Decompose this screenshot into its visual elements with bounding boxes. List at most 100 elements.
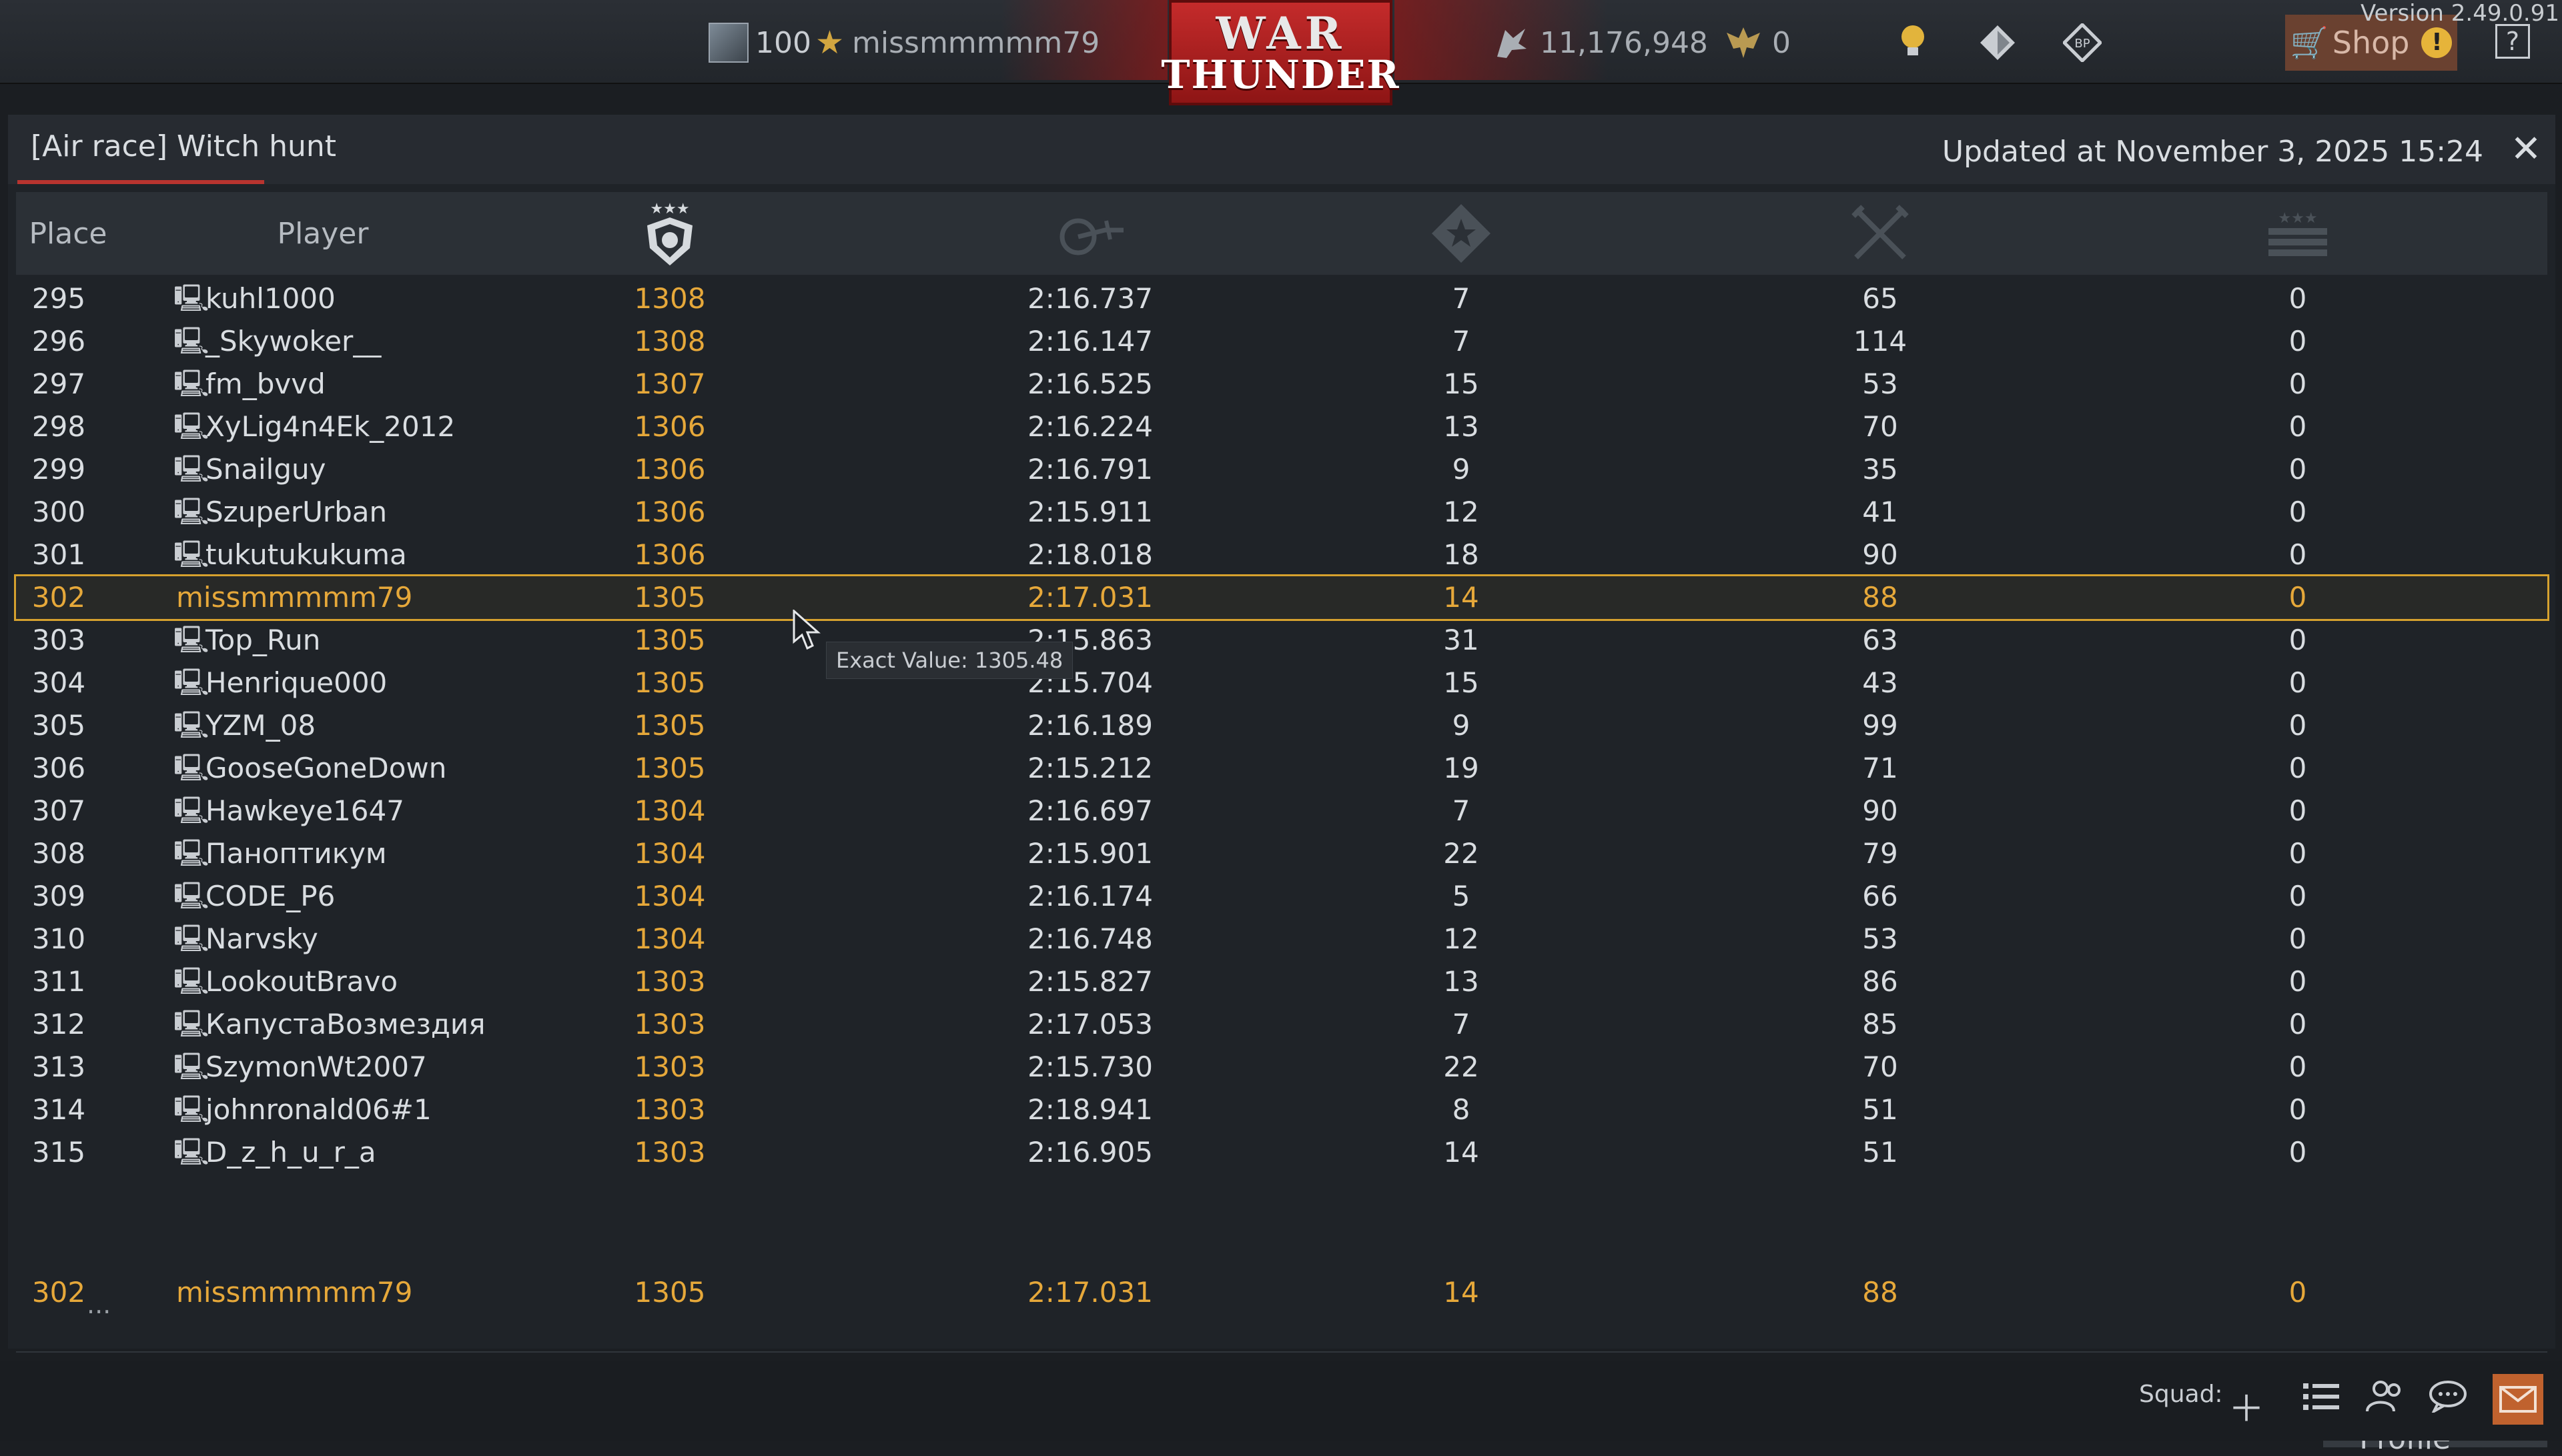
column-rating[interactable]: ★★★ bbox=[603, 192, 737, 275]
row-race-time: 2:17.053 bbox=[1027, 1008, 1153, 1040]
row-kills: 85 bbox=[1862, 1008, 1898, 1040]
table-row[interactable]: 310 🖳 Narvsky 1304 2:16.748 12 53 0 bbox=[16, 918, 2547, 960]
row-rating: 1306 bbox=[634, 453, 706, 486]
row-wins: 0 bbox=[2288, 1136, 2307, 1169]
row-races: 18 bbox=[1443, 538, 1479, 571]
row-race-time: 2:16.147 bbox=[1027, 325, 1153, 357]
mail-button[interactable] bbox=[2493, 1374, 2543, 1425]
row-races: 7 bbox=[1452, 1008, 1470, 1040]
table-row[interactable]: 297 🖳 fm_bvvd 1307 2:16.525 15 53 0 bbox=[16, 363, 2547, 406]
table-row[interactable]: 303 🖳 Top_Run 1305 2:15.863 31 63 0 bbox=[16, 619, 2547, 662]
golden-eagles[interactable]: 0 bbox=[1724, 23, 1791, 63]
row-rating: 1304 bbox=[634, 794, 706, 827]
player-info[interactable]: 100 ★ missmmmmm79 bbox=[709, 23, 1100, 63]
row-race-time: 2:16.697 bbox=[1027, 794, 1153, 827]
silver-lion-icon bbox=[1497, 29, 1527, 58]
player-level: 100 bbox=[755, 25, 811, 60]
table-row[interactable]: 305 🖳 YZM_08 1305 2:16.189 9 99 0 bbox=[16, 704, 2547, 747]
table-row[interactable]: 312 🖳 КапустаВозмездия 1303 2:17.053 7 85 0 bbox=[16, 1003, 2547, 1046]
chat-button[interactable] bbox=[2429, 1379, 2467, 1421]
table-row[interactable]: 298 🖳 XyLig4n4Ek_2012 1306 2:16.224 13 70 0 bbox=[16, 406, 2547, 448]
row-rating: 1305 bbox=[634, 752, 706, 784]
column-wins[interactable]: ★★★ bbox=[2231, 192, 2365, 275]
golden-eagles-value: 0 bbox=[1772, 25, 1791, 60]
row-rating: 1304 bbox=[634, 837, 706, 870]
table-row[interactable]: 304 🖳 Henrique000 1305 2:15.704 15 43 0 bbox=[16, 662, 2547, 704]
table-row[interactable]: 300 🖳 SzuperUrban 1306 2:15.911 12 41 0 bbox=[16, 491, 2547, 534]
row-races: 7 bbox=[1452, 282, 1470, 315]
battle-pass-button[interactable]: BP bbox=[2063, 23, 2102, 63]
row-race-time: 2:16.748 bbox=[1027, 922, 1153, 955]
row-races: 7 bbox=[1452, 794, 1470, 827]
tips-button[interactable] bbox=[1897, 23, 1928, 63]
row-rating: 1303 bbox=[634, 1136, 706, 1169]
self-player-name: missmmmmm79 bbox=[176, 1276, 413, 1309]
row-place: 315 bbox=[31, 1136, 86, 1169]
row-place: 303 bbox=[31, 624, 86, 656]
list-button[interactable] bbox=[2303, 1379, 2339, 1421]
table-row[interactable]: 306 🖳 GooseGoneDown 1305 2:15.212 19 71 0 bbox=[16, 747, 2547, 790]
row-rating: 1303 bbox=[634, 1050, 706, 1083]
column-kills[interactable] bbox=[1813, 192, 1947, 275]
row-rating: 1303 bbox=[634, 965, 706, 998]
row-race-time: 2:16.737 bbox=[1027, 282, 1153, 315]
table-row[interactable]: 308 🖳 Паноптикум 1304 2:15.901 22 79 0 bbox=[16, 832, 2547, 875]
table-row[interactable]: 311 🖳 LookoutBravo 1303 2:15.827 13 86 0 bbox=[16, 960, 2547, 1003]
cart-icon: 🛒 bbox=[2290, 24, 2328, 61]
pc-platform-icon: 🖳 bbox=[173, 1095, 209, 1125]
tab-event-title[interactable]: [Air race] Witch hunt bbox=[31, 129, 336, 163]
pc-platform-icon: 🖳 bbox=[173, 540, 209, 570]
rank-star-icon: ★ bbox=[815, 24, 845, 61]
row-place: 295 bbox=[31, 282, 86, 315]
pc-platform-icon: 🖳 bbox=[173, 1009, 209, 1040]
row-rating: 1305 bbox=[634, 624, 706, 656]
row-player-name: КапустаВозмездия bbox=[205, 1008, 486, 1040]
row-rating: 1305 bbox=[634, 581, 706, 614]
row-wins: 0 bbox=[2288, 496, 2307, 528]
row-kills: 99 bbox=[1862, 709, 1898, 742]
table-row[interactable]: 299 🖳 Snailguy 1306 2:16.791 9 35 0 bbox=[16, 448, 2547, 491]
table-row[interactable]: 295 🖳 kuhl1000 1308 2:16.737 7 65 0 bbox=[16, 277, 2547, 320]
chat-icon bbox=[2429, 1381, 2467, 1415]
close-button[interactable]: ✕ bbox=[2507, 131, 2545, 168]
row-wins: 0 bbox=[2288, 837, 2307, 870]
row-races: 9 bbox=[1452, 453, 1470, 486]
table-row[interactable]: 314 🖳 johnronald06#1 1303 2:18.941 8 51 0 bbox=[16, 1088, 2547, 1131]
self-summary-row[interactable]: 302 missmmmmm79 1305 2:17.031 14 88 0 bbox=[16, 1271, 2547, 1314]
table-row[interactable]: 301 🖳 tukutukukuma 1306 2:18.018 18 90 0 bbox=[16, 534, 2547, 576]
decals-button[interactable] bbox=[1979, 23, 2016, 63]
row-kills: 51 bbox=[1862, 1136, 1898, 1169]
self-kills: 88 bbox=[1862, 1276, 1898, 1309]
plus-icon: ＋ bbox=[2228, 1388, 2264, 1430]
row-place: 311 bbox=[31, 965, 86, 998]
table-row[interactable]: 315 🖳 D_z_h_u_r_a 1303 2:16.905 14 51 0 bbox=[16, 1131, 2547, 1174]
row-rating: 1308 bbox=[634, 325, 706, 357]
war-thunder-logo[interactable]: WAR THUNDER bbox=[1161, 0, 1399, 105]
add-squad-member-button[interactable]: ＋ bbox=[2228, 1379, 2264, 1432]
help-button[interactable]: ? bbox=[2495, 24, 2530, 59]
row-place: 300 bbox=[31, 496, 86, 528]
table-row[interactable]: 309 🖳 CODE_P6 1304 2:16.174 5 66 0 bbox=[16, 875, 2547, 918]
silver-lions[interactable]: 11,176,948 bbox=[1492, 23, 1708, 63]
column-player[interactable]: Player bbox=[243, 192, 403, 275]
row-races: 5 bbox=[1452, 880, 1470, 912]
pc-platform-icon: 🖳 bbox=[173, 1052, 209, 1082]
table-row[interactable]: 313 🖳 SzymonWt2007 1303 2:15.730 22 70 0 bbox=[16, 1046, 2547, 1088]
pc-platform-icon: 🖳 bbox=[173, 497, 209, 528]
column-place[interactable]: Place bbox=[16, 192, 120, 275]
row-rating: 1305 bbox=[634, 709, 706, 742]
row-player-name: Top_Run bbox=[205, 624, 321, 656]
pc-platform-icon: 🖳 bbox=[173, 881, 209, 912]
row-kills: 114 bbox=[1853, 325, 1907, 357]
race-time-icon bbox=[1059, 218, 1124, 255]
contacts-button[interactable] bbox=[2366, 1379, 2405, 1421]
row-player-name: YZM_08 bbox=[205, 709, 316, 742]
column-races[interactable] bbox=[1394, 192, 1528, 275]
avatar[interactable] bbox=[709, 23, 749, 63]
row-races: 9 bbox=[1452, 709, 1470, 742]
row-player-name: CODE_P6 bbox=[205, 880, 336, 912]
table-row[interactable]: 296 🖳 _Skywoker__ 1308 2:16.147 7 114 0 bbox=[16, 320, 2547, 363]
table-row[interactable]: 307 🖳 Hawkeye1647 1304 2:16.697 7 90 0 bbox=[16, 790, 2547, 832]
column-race-time[interactable] bbox=[977, 192, 1204, 275]
table-row-self[interactable]: 302 missmmmmm79 1305 2:17.031 14 88 0 bbox=[14, 574, 2549, 621]
